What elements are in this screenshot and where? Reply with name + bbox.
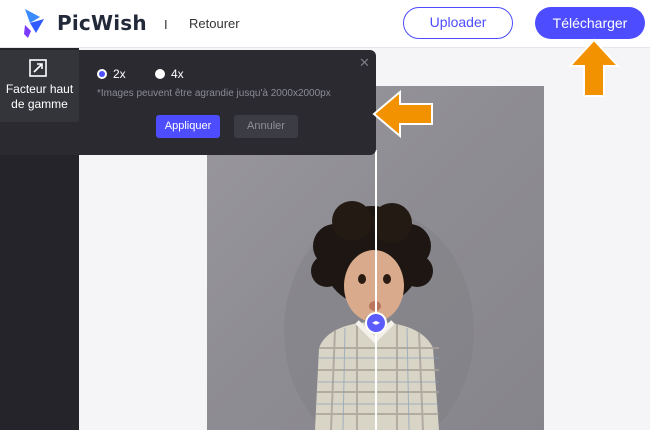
header-separator: I [164,17,168,32]
download-button[interactable]: Télécharger [535,7,645,39]
apply-button[interactable]: Appliquer [156,115,220,138]
scale-option-4x[interactable]: 4x [155,67,184,81]
upscale-tab-label-line2: de gamme [11,97,68,111]
scale-option-4x-label: 4x [171,67,184,81]
left-arrow-annotation-icon [372,90,433,138]
upscale-tab[interactable]: Facteur haut de gamme [0,50,79,122]
expand-icon [29,59,47,77]
scale-option-2x-label: 2x [113,67,126,81]
app-logo-text: PicWish [57,11,147,35]
upload-button[interactable]: Uploader [403,7,513,39]
up-arrow-annotation-icon [567,38,621,97]
cancel-button[interactable]: Annuler [234,115,298,138]
close-icon[interactable]: ✕ [359,55,370,71]
picwish-logo-icon [24,9,44,38]
compare-divider[interactable] [375,150,377,430]
back-link[interactable]: Retourer [189,16,240,31]
scale-option-2x[interactable]: 2x [97,67,126,81]
radio-unselected-icon[interactable] [155,69,165,79]
compare-slider-handle[interactable]: ◂▸ [365,312,387,334]
upscale-tab-label-line1: Facteur haut [5,82,74,96]
radio-selected-icon[interactable] [97,69,107,79]
top-bar: PicWish I Retourer Uploader Télécharger [0,0,650,48]
size-limit-hint: *Images peuvent être agrandie jusqu'à 20… [97,88,331,99]
upscale-tab-label: Facteur haut de gamme [0,82,79,112]
